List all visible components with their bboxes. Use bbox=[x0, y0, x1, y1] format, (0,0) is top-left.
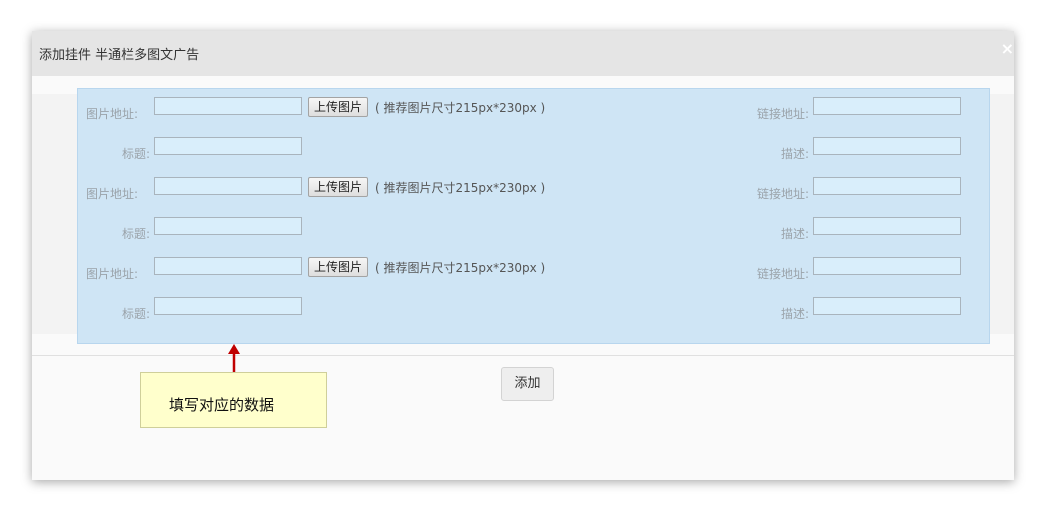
image-url-input[interactable] bbox=[154, 177, 302, 195]
title-label: 标题: bbox=[121, 147, 150, 161]
title-input[interactable] bbox=[154, 217, 302, 235]
form-panel: 图片地址: 上传图片 ( 推荐图片尺寸215px*230px ) 链接地址: 标… bbox=[77, 88, 990, 344]
footer-divider bbox=[32, 355, 1014, 356]
image-url-label: 图片地址: bbox=[85, 187, 138, 201]
link-url-input[interactable] bbox=[813, 97, 961, 115]
image-url-input[interactable] bbox=[154, 257, 302, 275]
add-widget-dialog: 添加挂件 半通栏多图文广告 × 图片地址: 上传图片 ( 推荐图片尺寸215px… bbox=[32, 31, 1014, 480]
title-label: 标题: bbox=[121, 227, 150, 241]
image-size-hint: ( 推荐图片尺寸215px*230px ) bbox=[375, 101, 546, 115]
description-label: 描述: bbox=[780, 147, 809, 161]
add-button[interactable]: 添加 bbox=[501, 367, 554, 401]
upload-image-button[interactable]: 上传图片 bbox=[308, 257, 369, 277]
image-url-label: 图片地址: bbox=[85, 107, 138, 121]
annotation-callout: 填写对应的数据 bbox=[140, 372, 327, 428]
image-size-hint: ( 推荐图片尺寸215px*230px ) bbox=[375, 261, 546, 275]
image-url-label: 图片地址: bbox=[85, 267, 138, 281]
title-label: 标题: bbox=[121, 307, 150, 321]
link-url-label: 链接地址: bbox=[756, 267, 809, 281]
title-input[interactable] bbox=[154, 297, 302, 315]
title-input[interactable] bbox=[154, 137, 302, 155]
annotation-text: 填写对应的数据 bbox=[169, 396, 275, 414]
dialog-title: 添加挂件 半通栏多图文广告 bbox=[39, 48, 200, 63]
image-size-hint: ( 推荐图片尺寸215px*230px ) bbox=[375, 181, 546, 195]
image-url-input[interactable] bbox=[154, 97, 302, 115]
link-url-input[interactable] bbox=[813, 257, 961, 275]
description-input[interactable] bbox=[813, 297, 961, 315]
description-input[interactable] bbox=[813, 217, 961, 235]
upload-image-button[interactable]: 上传图片 bbox=[308, 177, 369, 197]
link-url-input[interactable] bbox=[813, 177, 961, 195]
link-url-label: 链接地址: bbox=[756, 187, 809, 201]
description-label: 描述: bbox=[780, 307, 809, 321]
close-icon[interactable]: × bbox=[1001, 39, 1014, 58]
link-url-label: 链接地址: bbox=[756, 107, 809, 121]
description-input[interactable] bbox=[813, 137, 961, 155]
description-label: 描述: bbox=[780, 227, 809, 241]
up-arrow-icon bbox=[228, 344, 240, 373]
dialog-header: 添加挂件 半通栏多图文广告 × bbox=[32, 31, 1014, 76]
upload-image-button[interactable]: 上传图片 bbox=[308, 97, 369, 117]
